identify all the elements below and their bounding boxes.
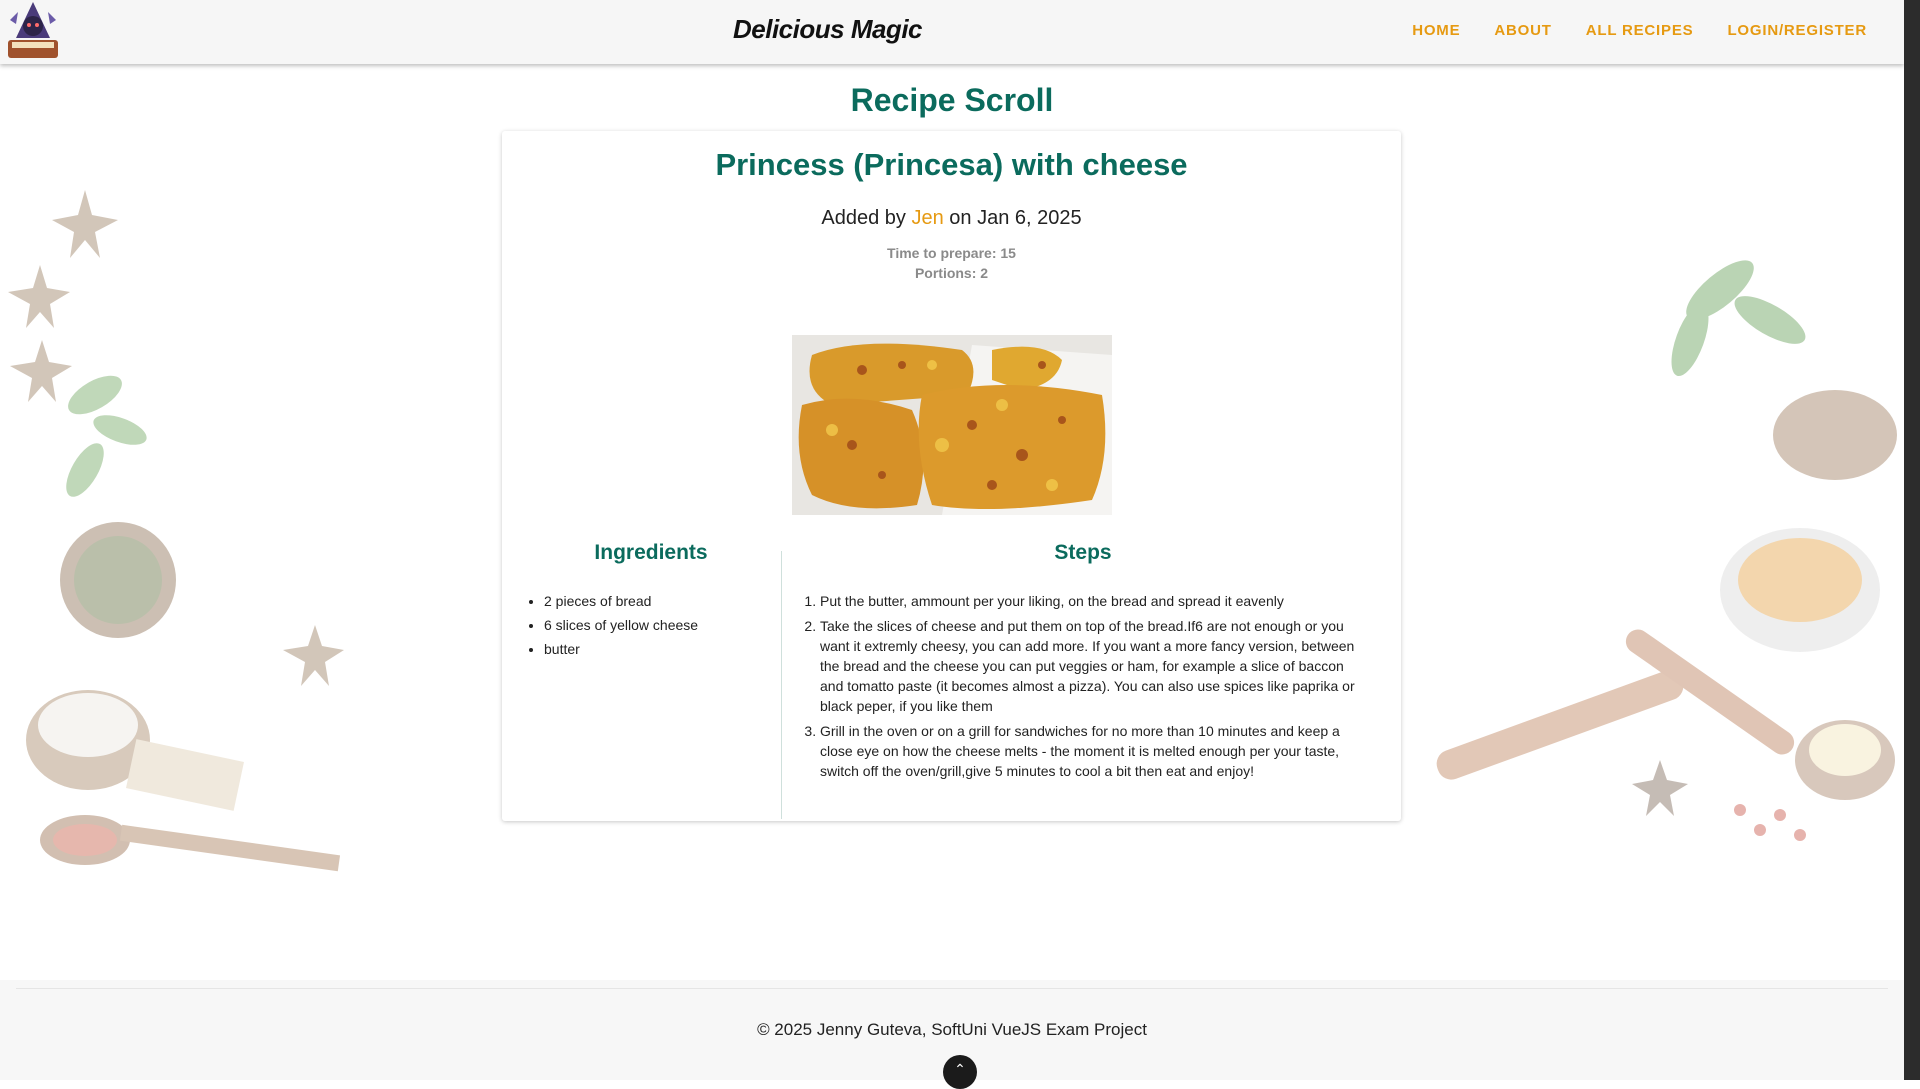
- chevron-up-icon: ⌃: [954, 1061, 966, 1077]
- step-item: Put the butter, ammount per your liking,…: [820, 591, 1368, 611]
- wizard-book-logo[interactable]: [2, 0, 64, 62]
- footer-divider: [16, 988, 1888, 989]
- page-scrollbar[interactable]: [1904, 0, 1920, 1080]
- recipe-title: Princess (Princesa) with cheese: [715, 147, 1188, 182]
- footer-copyright: © 2025 Jenny Guteva, SoftUni VueJS Exam …: [757, 1020, 1147, 1039]
- step-item: Take the slices of cheese and put them o…: [820, 616, 1368, 716]
- recipe-meta: Time to prepare: 15 Portions: 2: [502, 243, 1401, 283]
- ingredient-item: 6 slices of yellow cheese: [544, 615, 780, 635]
- portions: Portions: 2: [914, 265, 989, 281]
- byline-prefix: Added by: [821, 207, 906, 229]
- recipe-byline: Added by Jen on Jan 6, 2025: [502, 207, 1401, 230]
- star-anise-icon: [10, 340, 72, 402]
- star-anise-icon: [8, 265, 70, 328]
- ingredients-list: 2 pieces of bread 6 slices of yellow che…: [522, 591, 780, 659]
- star-anise-icon: [52, 190, 118, 258]
- byline-date: on Jan 6, 2025: [949, 207, 1082, 229]
- nav-home[interactable]: HOME: [1412, 22, 1460, 39]
- step-item: Grill in the oven or on a grill for sand…: [820, 721, 1368, 781]
- author-link[interactable]: Jen: [911, 207, 943, 229]
- ingredient-item: 2 pieces of bread: [544, 591, 780, 611]
- ingredient-item: butter: [544, 639, 780, 659]
- steps-list: Put the butter, ammount per your liking,…: [798, 591, 1368, 781]
- page-title: Recipe Scroll: [850, 82, 1054, 118]
- recipe-card: Princess (Princesa) with cheese Added by…: [502, 131, 1401, 821]
- site-brand[interactable]: Delicious Magic: [733, 14, 923, 45]
- recipe-photo: [792, 335, 1112, 515]
- ingredients-section: Ingredients 2 pieces of bread 6 slices o…: [522, 541, 780, 811]
- star-anise-icon: [283, 625, 344, 686]
- nav-about[interactable]: ABOUT: [1494, 22, 1551, 39]
- spice-decoration-left: [8, 190, 344, 872]
- prep-time: Time to prepare: 15: [887, 245, 1016, 261]
- top-navbar: Delicious Magic HOME ABOUT ALL RECIPES L…: [0, 0, 1904, 64]
- nav-all-recipes[interactable]: ALL RECIPES: [1586, 22, 1694, 39]
- column-divider: [781, 551, 782, 819]
- scroll-top-button[interactable]: ⌃: [943, 1055, 977, 1089]
- ingredients-title: Ingredients: [594, 541, 708, 564]
- nav-login-register[interactable]: LOGIN/REGISTER: [1727, 22, 1867, 39]
- steps-title: Steps: [1054, 541, 1112, 564]
- steps-section: Steps Put the butter, ammount per your l…: [798, 541, 1368, 786]
- main-nav: HOME ABOUT ALL RECIPES LOGIN/REGISTER: [1412, 22, 1867, 39]
